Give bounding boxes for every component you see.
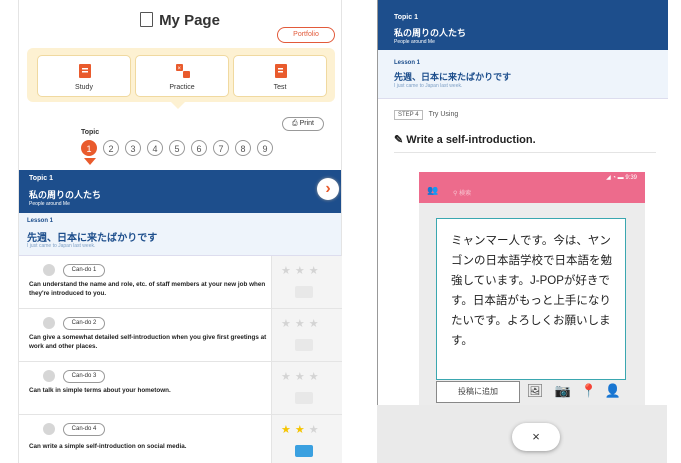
task-title: ✎ Write a self-introduction. <box>394 133 536 146</box>
comment-icon[interactable] <box>295 445 313 457</box>
lesson-name: 先週、日本に来たばかりです <box>27 233 158 244</box>
cando-badge: Can-do 3 <box>63 370 105 383</box>
star-rating: ★★★ <box>281 371 323 383</box>
topic-name: 私の周りの人たち <box>394 28 467 38</box>
add-to-post-button[interactable]: 投稿に追加 <box>436 381 520 403</box>
step-label: Try Using <box>428 111 459 118</box>
cando-badge: Can-do 4 <box>63 423 105 436</box>
topic-label: Topic <box>81 129 100 136</box>
study-icon <box>79 64 91 78</box>
people-icon: 👥 <box>427 185 439 195</box>
topic-english: People around Me <box>394 39 435 45</box>
task-title-text: Write a self-introduction. <box>406 134 536 146</box>
lesson-number: Lesson 1 <box>394 60 421 66</box>
step-badge: STEP 4 <box>394 110 423 120</box>
post-text: ミャンマー人です。今は、ヤンゴンの日本語学校で日本語を勉強しています。J-POP… <box>451 235 612 347</box>
topic-4[interactable]: 4 <box>147 140 163 156</box>
signal-icon: ◢ ◔ ▬ <box>606 175 626 181</box>
post-text-area[interactable]: ミャンマー人です。今は、ヤンゴンの日本語学校で日本語を勉強しています。J-POP… <box>436 218 626 380</box>
close-button[interactable]: × <box>512 423 560 451</box>
printer-icon: ⎙ <box>292 120 300 127</box>
lesson-header: Lesson 1 先週、日本に来たばかりです I just came to Ja… <box>378 50 668 99</box>
step-indicator: STEP 4 Try Using <box>394 110 459 120</box>
chevron-right-icon: › <box>325 180 331 197</box>
book-icon <box>140 12 154 27</box>
print-button[interactable]: ⎙ Print <box>282 117 324 131</box>
lesson-english: I just came to Japan last week. <box>27 243 96 249</box>
speaking-icon <box>43 370 55 382</box>
cando-row[interactable]: Can-do 1 Can understand the name and rol… <box>19 256 342 309</box>
topic-3[interactable]: 3 <box>125 140 141 156</box>
topic-number: Topic 1 <box>29 175 53 182</box>
cando-badge: Can-do 2 <box>63 317 105 330</box>
svg-text:×: × <box>178 66 182 72</box>
person-icon[interactable]: 👤 <box>604 383 622 399</box>
next-topic-button[interactable]: › <box>317 178 339 200</box>
lesson-number: Lesson 1 <box>27 218 54 224</box>
topic-9[interactable]: 9 <box>257 140 273 156</box>
cando-badge: Can-do 1 <box>63 264 105 277</box>
star-rating: ★★★ <box>281 318 323 330</box>
test-icon <box>275 64 287 78</box>
status-time: 9:39 <box>625 175 637 181</box>
test-label: Test <box>273 84 287 91</box>
practice-label: Practice <box>169 84 195 91</box>
divider <box>394 152 656 153</box>
mode-cards: Study × Practice Test <box>27 48 335 102</box>
topic-header: Topic 1 私の周りの人たち People around Me <box>378 0 668 50</box>
topic-5[interactable]: 5 <box>169 140 185 156</box>
test-card[interactable]: Test <box>233 55 327 97</box>
cando-row[interactable]: Can-do 2 Can give a somewhat detailed se… <box>19 309 342 362</box>
listening-icon <box>43 264 55 276</box>
lesson-header: Lesson 1 先週、日本に来たばかりです I just came to Ja… <box>19 213 341 256</box>
star-rating: ★★★ <box>281 424 323 436</box>
topic-pointer <box>84 158 96 165</box>
pencil-icon: ✎ <box>394 134 407 146</box>
print-label: Print <box>299 120 314 127</box>
cards-notch <box>170 101 186 109</box>
cando-text: Can understand the name and role, etc. o… <box>29 281 266 297</box>
cando-row[interactable]: Can-do 4 Can write a simple self-introdu… <box>19 415 342 463</box>
lesson-name: 先週、日本に来たばかりです <box>394 72 512 82</box>
camera-icon[interactable]: 📷 <box>554 383 572 399</box>
study-label: Study <box>75 84 93 91</box>
topic-2[interactable]: 2 <box>103 140 119 156</box>
topic-7[interactable]: 7 <box>213 140 229 156</box>
cando-text: Can give a somewhat detailed self-introd… <box>29 334 267 350</box>
search-placeholder: 検索 <box>459 191 472 197</box>
page-title-text: My Page <box>159 12 220 29</box>
comment-icon[interactable] <box>295 392 313 404</box>
practice-icon: × <box>176 64 190 78</box>
topic-english: People around Me <box>29 201 70 207</box>
writing-icon <box>43 423 55 435</box>
speaking-icon <box>43 317 55 329</box>
image-icon[interactable]: 🖼 <box>526 383 544 399</box>
practice-card[interactable]: × Practice <box>135 55 229 97</box>
topic-8[interactable]: 8 <box>235 140 251 156</box>
topic-name: 私の周りの人たち <box>29 190 102 200</box>
cando-text: Can write a simple self-introduction on … <box>29 443 187 450</box>
search-field[interactable]: ⚲ 検索 <box>453 188 471 197</box>
comment-icon[interactable] <box>295 339 313 351</box>
location-icon[interactable]: 📍 <box>580 383 598 399</box>
cando-row[interactable]: Can-do 3 Can talk in simple terms about … <box>19 362 342 415</box>
lesson-english: I just came to Japan last week. <box>394 83 463 89</box>
star-rating: ★★★ <box>281 265 323 277</box>
topic-1[interactable]: 1 <box>81 140 97 156</box>
comment-icon[interactable] <box>295 286 313 298</box>
status-bar: ◢ ◔ ▬ 9:39 <box>606 174 637 181</box>
topic-number: Topic 1 <box>394 14 418 21</box>
topic-6[interactable]: 6 <box>191 140 207 156</box>
portfolio-button[interactable]: Portfolio <box>277 27 335 43</box>
study-card[interactable]: Study <box>37 55 131 97</box>
my-page-panel: My Page Portfolio Study × Practice Test … <box>18 0 342 463</box>
cando-text: Can talk in simple terms about your home… <box>29 387 171 394</box>
social-app-bar: ◢ ◔ ▬ 9:39 👥 ⚲ 検索 <box>419 172 645 203</box>
topic-header: Topic 1 私の周りの人たち People around Me <box>19 170 341 213</box>
